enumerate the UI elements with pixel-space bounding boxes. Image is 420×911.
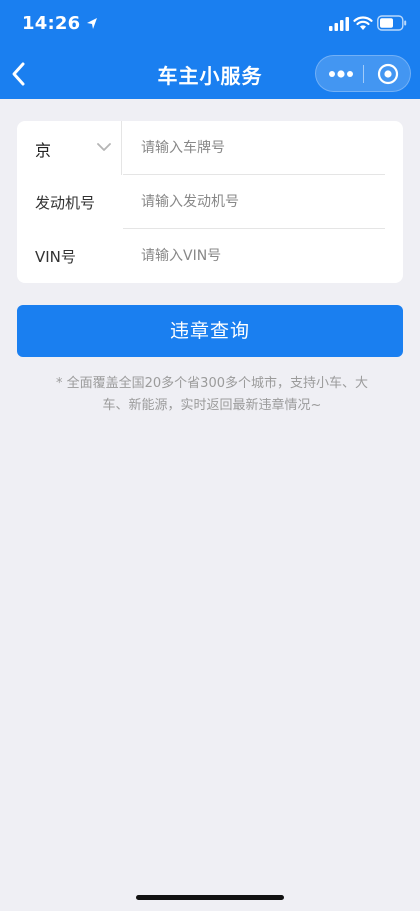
plate-row: 京	[17, 121, 403, 175]
vin-row: VIN号	[17, 229, 403, 283]
status-bar: 14:26	[0, 0, 420, 50]
status-time: 14:26	[22, 13, 81, 34]
vehicle-form-card: 京 发动机号 VIN号	[17, 121, 403, 283]
location-arrow-icon	[87, 18, 97, 29]
navigation-bar: 车主小服务	[0, 50, 420, 99]
wifi-icon	[353, 16, 373, 30]
home-indicator[interactable]	[136, 895, 284, 900]
battery-icon	[377, 15, 407, 31]
coverage-hint: * 全面覆盖全国20多个省300多个城市，支持小车、大车、新能源，实时返回最新违…	[56, 376, 368, 413]
mini-program-capsule	[315, 55, 411, 92]
capsule-divider	[363, 65, 364, 83]
province-value: 京	[35, 141, 52, 160]
more-dots-icon[interactable]	[326, 64, 356, 84]
engine-number-input[interactable]	[141, 190, 381, 214]
plate-number-input[interactable]	[141, 136, 381, 160]
cellular-signal-icon	[329, 17, 349, 31]
chevron-down-icon	[97, 143, 111, 151]
app-header: 14:26 车主小服务	[0, 0, 420, 99]
engine-row: 发动机号	[17, 175, 403, 229]
vin-input[interactable]	[141, 244, 381, 268]
target-circle-icon[interactable]	[377, 63, 399, 85]
engine-label: 发动机号	[35, 194, 96, 212]
vin-label: VIN号	[35, 248, 76, 266]
vertical-divider	[121, 121, 122, 175]
query-violations-button[interactable]: 违章查询	[17, 305, 403, 357]
province-select[interactable]: 京	[17, 121, 123, 175]
